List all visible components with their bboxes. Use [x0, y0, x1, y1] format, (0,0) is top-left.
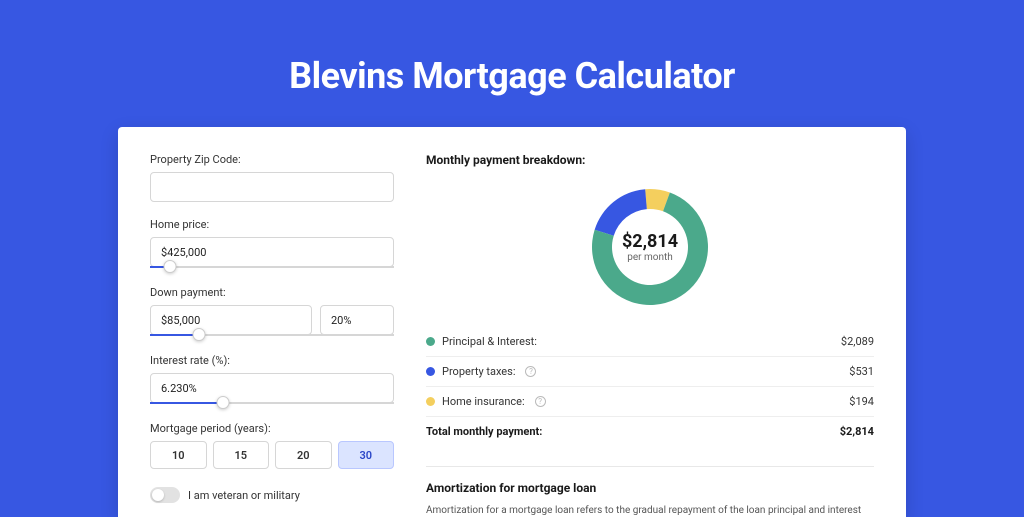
- interest-rate-slider[interactable]: [150, 400, 394, 406]
- mortgage-period-field: Mortgage period (years): 10152030: [150, 422, 394, 469]
- inputs-panel: Property Zip Code: Home price: Down paym…: [150, 153, 394, 517]
- down-payment-label: Down payment:: [150, 286, 394, 299]
- legend-dot: [426, 367, 435, 376]
- page-title: Blevins Mortgage Calculator: [0, 55, 1024, 97]
- period-button-30[interactable]: 30: [338, 441, 395, 469]
- period-button-15[interactable]: 15: [213, 441, 270, 469]
- help-icon[interactable]: ?: [535, 396, 546, 407]
- donut-center-sub: per month: [627, 252, 673, 263]
- breakdown-label: Home insurance:: [442, 395, 525, 408]
- interest-rate-label: Interest rate (%):: [150, 354, 394, 367]
- interest-rate-input[interactable]: [150, 373, 394, 403]
- period-button-20[interactable]: 20: [275, 441, 332, 469]
- period-button-10[interactable]: 10: [150, 441, 207, 469]
- zip-field: Property Zip Code:: [150, 153, 394, 202]
- breakdown-label: Property taxes:: [442, 365, 515, 378]
- amortization-body: Amortization for a mortgage loan refers …: [426, 503, 874, 517]
- breakdown-label: Principal & Interest:: [442, 335, 537, 348]
- down-payment-slider[interactable]: [150, 332, 394, 338]
- help-icon[interactable]: ?: [525, 366, 536, 377]
- total-label: Total monthly payment:: [426, 425, 542, 438]
- breakdown-title: Monthly payment breakdown:: [426, 153, 874, 167]
- down-payment-pct-input[interactable]: [320, 305, 394, 335]
- veteran-toggle[interactable]: [150, 487, 180, 503]
- home-price-input[interactable]: [150, 237, 394, 267]
- breakdown-value: $194: [849, 395, 874, 408]
- home-price-field: Home price:: [150, 218, 394, 270]
- veteran-label: I am veteran or military: [188, 489, 300, 502]
- legend-dot: [426, 397, 435, 406]
- home-price-slider[interactable]: [150, 264, 394, 270]
- calculator-card: Property Zip Code: Home price: Down paym…: [118, 127, 906, 517]
- breakdown-value: $2,089: [841, 335, 874, 348]
- breakdown-value: $531: [849, 365, 874, 378]
- zip-label: Property Zip Code:: [150, 153, 394, 166]
- home-price-label: Home price:: [150, 218, 394, 231]
- total-value: $2,814: [840, 425, 874, 438]
- donut-chart: $2,814 per month: [588, 185, 712, 309]
- breakdown-total-row: Total monthly payment: $2,814: [426, 417, 874, 446]
- breakdown-panel: Monthly payment breakdown: $2,814 per mo…: [426, 153, 874, 517]
- donut-center-amount: $2,814: [622, 231, 678, 252]
- donut-chart-wrap: $2,814 per month: [426, 179, 874, 321]
- down-payment-field: Down payment:: [150, 286, 394, 338]
- down-payment-input[interactable]: [150, 305, 312, 335]
- breakdown-row: Principal & Interest: $2,089: [426, 327, 874, 357]
- breakdown-row: Home insurance:? $194: [426, 387, 874, 417]
- veteran-row: I am veteran or military: [150, 487, 394, 503]
- interest-rate-field: Interest rate (%):: [150, 354, 394, 406]
- breakdown-row: Property taxes:? $531: [426, 357, 874, 387]
- legend-dot: [426, 337, 435, 346]
- amortization-section: Amortization for mortgage loan Amortizat…: [426, 466, 874, 517]
- mortgage-period-label: Mortgage period (years):: [150, 422, 394, 435]
- amortization-title: Amortization for mortgage loan: [426, 481, 874, 495]
- zip-input[interactable]: [150, 172, 394, 202]
